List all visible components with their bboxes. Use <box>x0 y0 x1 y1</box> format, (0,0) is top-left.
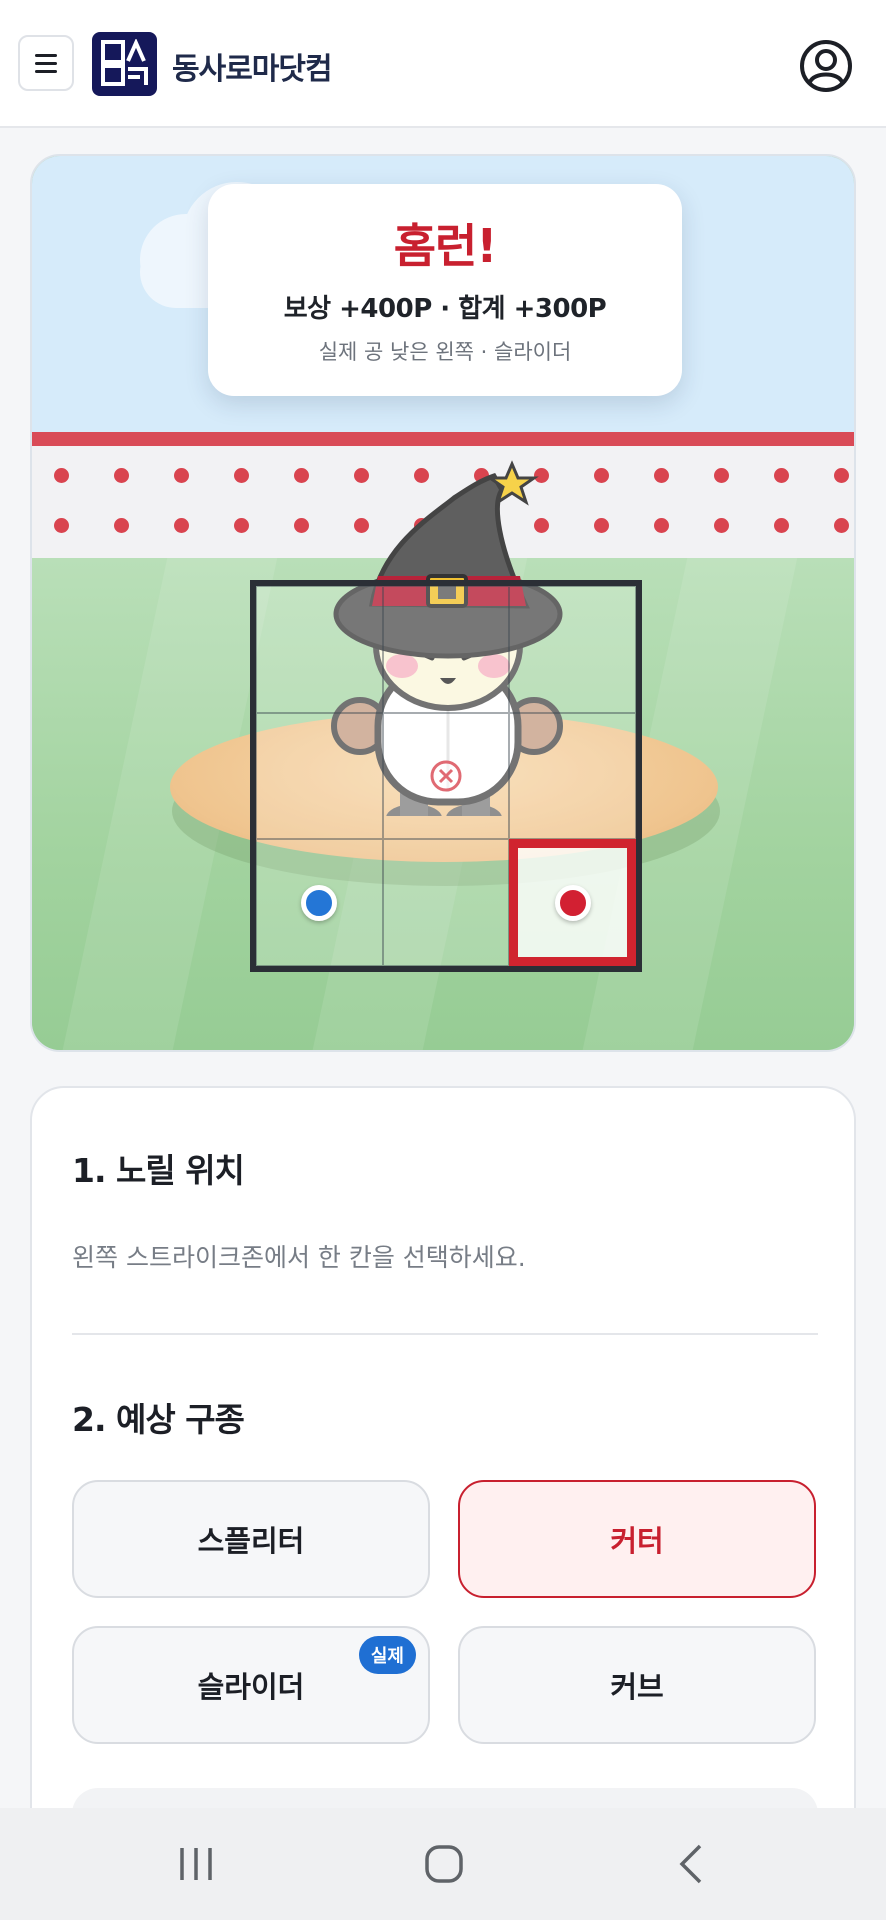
pitch-option-label: 커브 <box>610 1670 664 1704</box>
wall-dot <box>234 518 249 533</box>
zone-cell-top-center[interactable] <box>382 586 510 713</box>
zone-cell-bottom-center[interactable] <box>382 839 510 966</box>
wall-dot <box>54 518 69 533</box>
pitch-option-curve[interactable]: 커브 <box>458 1626 816 1744</box>
wall-dot <box>714 468 729 483</box>
wall-dot <box>594 468 609 483</box>
app-header: 동사로마닷컴 <box>0 0 886 128</box>
game-scene: 홈런! 보상 +400P · 합계 +300P 실제 공 낮은 왼쪽 · 슬라이… <box>30 154 856 1052</box>
section2-title: 2. 예상 구종 <box>72 1400 245 1439</box>
wall-dot <box>834 518 849 533</box>
selection-panel: 1. 노릴 위치 왼쪽 스트라이크존에서 한 칸을 선택하세요. 2. 예상 구… <box>30 1086 856 1920</box>
target-miss-icon <box>430 760 462 792</box>
result-reward: 보상 +400P · 합계 +300P <box>283 294 607 324</box>
zone-cell-center[interactable] <box>382 712 510 840</box>
zone-cell-top-right[interactable] <box>509 586 636 713</box>
section1-title: 1. 노릴 위치 <box>72 1151 245 1190</box>
wall-dot <box>714 518 729 533</box>
home-icon[interactable] <box>414 1836 474 1892</box>
result-detail: 실제 공 낮은 왼쪽 · 슬라이더 <box>318 340 572 364</box>
system-nav-bar <box>0 1808 886 1920</box>
pitch-option-cutter[interactable]: 커터 <box>458 1480 816 1598</box>
pitch-option-splitter[interactable]: 스플리터 <box>72 1480 430 1598</box>
zone-cell-middle-left[interactable] <box>256 712 383 840</box>
section1-description: 왼쪽 스트라이크존에서 한 칸을 선택하세요. <box>72 1243 526 1272</box>
recent-apps-icon[interactable] <box>166 1836 226 1892</box>
pitch-option-label: 슬라이더 <box>197 1670 305 1704</box>
pitch-option-slider[interactable]: 슬라이더 실제 <box>72 1626 430 1744</box>
wall-dot <box>654 518 669 533</box>
wall-dot <box>174 468 189 483</box>
strike-zone-grid[interactable] <box>250 580 642 972</box>
wall-dot <box>54 468 69 483</box>
brand-logo[interactable] <box>92 32 157 96</box>
wall-dot <box>234 468 249 483</box>
hamburger-icon[interactable] <box>18 35 74 91</box>
pitch-option-label: 스플리터 <box>197 1524 305 1558</box>
wall-dot <box>654 468 669 483</box>
outfield-wall-top <box>32 432 854 446</box>
actual-badge: 실제 <box>358 1636 416 1674</box>
actual-pitch-marker <box>301 884 338 921</box>
wall-dot <box>294 468 309 483</box>
zone-cell-middle-right[interactable] <box>509 712 636 840</box>
result-title: 홈런! <box>393 219 498 273</box>
wall-dot <box>294 518 309 533</box>
logo-mark-icon <box>100 39 148 86</box>
pitch-option-label: 커터 <box>610 1524 664 1558</box>
back-icon[interactable] <box>662 1836 722 1892</box>
selected-aim-marker <box>554 884 591 921</box>
user-circle-icon[interactable] <box>798 38 854 94</box>
wall-dot <box>594 518 609 533</box>
result-card: 홈런! 보상 +400P · 합계 +300P 실제 공 낮은 왼쪽 · 슬라이… <box>208 184 682 396</box>
zone-cell-top-left[interactable] <box>256 586 383 713</box>
zone-cell-bottom-right-selected[interactable] <box>509 839 636 966</box>
zone-cell-bottom-left[interactable] <box>256 839 383 966</box>
wall-dot <box>774 518 789 533</box>
wall-dot <box>114 468 129 483</box>
wall-dot <box>114 518 129 533</box>
wall-dot <box>174 518 189 533</box>
wall-dot <box>774 468 789 483</box>
wall-dot <box>834 468 849 483</box>
brand-name[interactable]: 동사로마닷컴 <box>172 44 333 88</box>
divider <box>72 1333 818 1335</box>
